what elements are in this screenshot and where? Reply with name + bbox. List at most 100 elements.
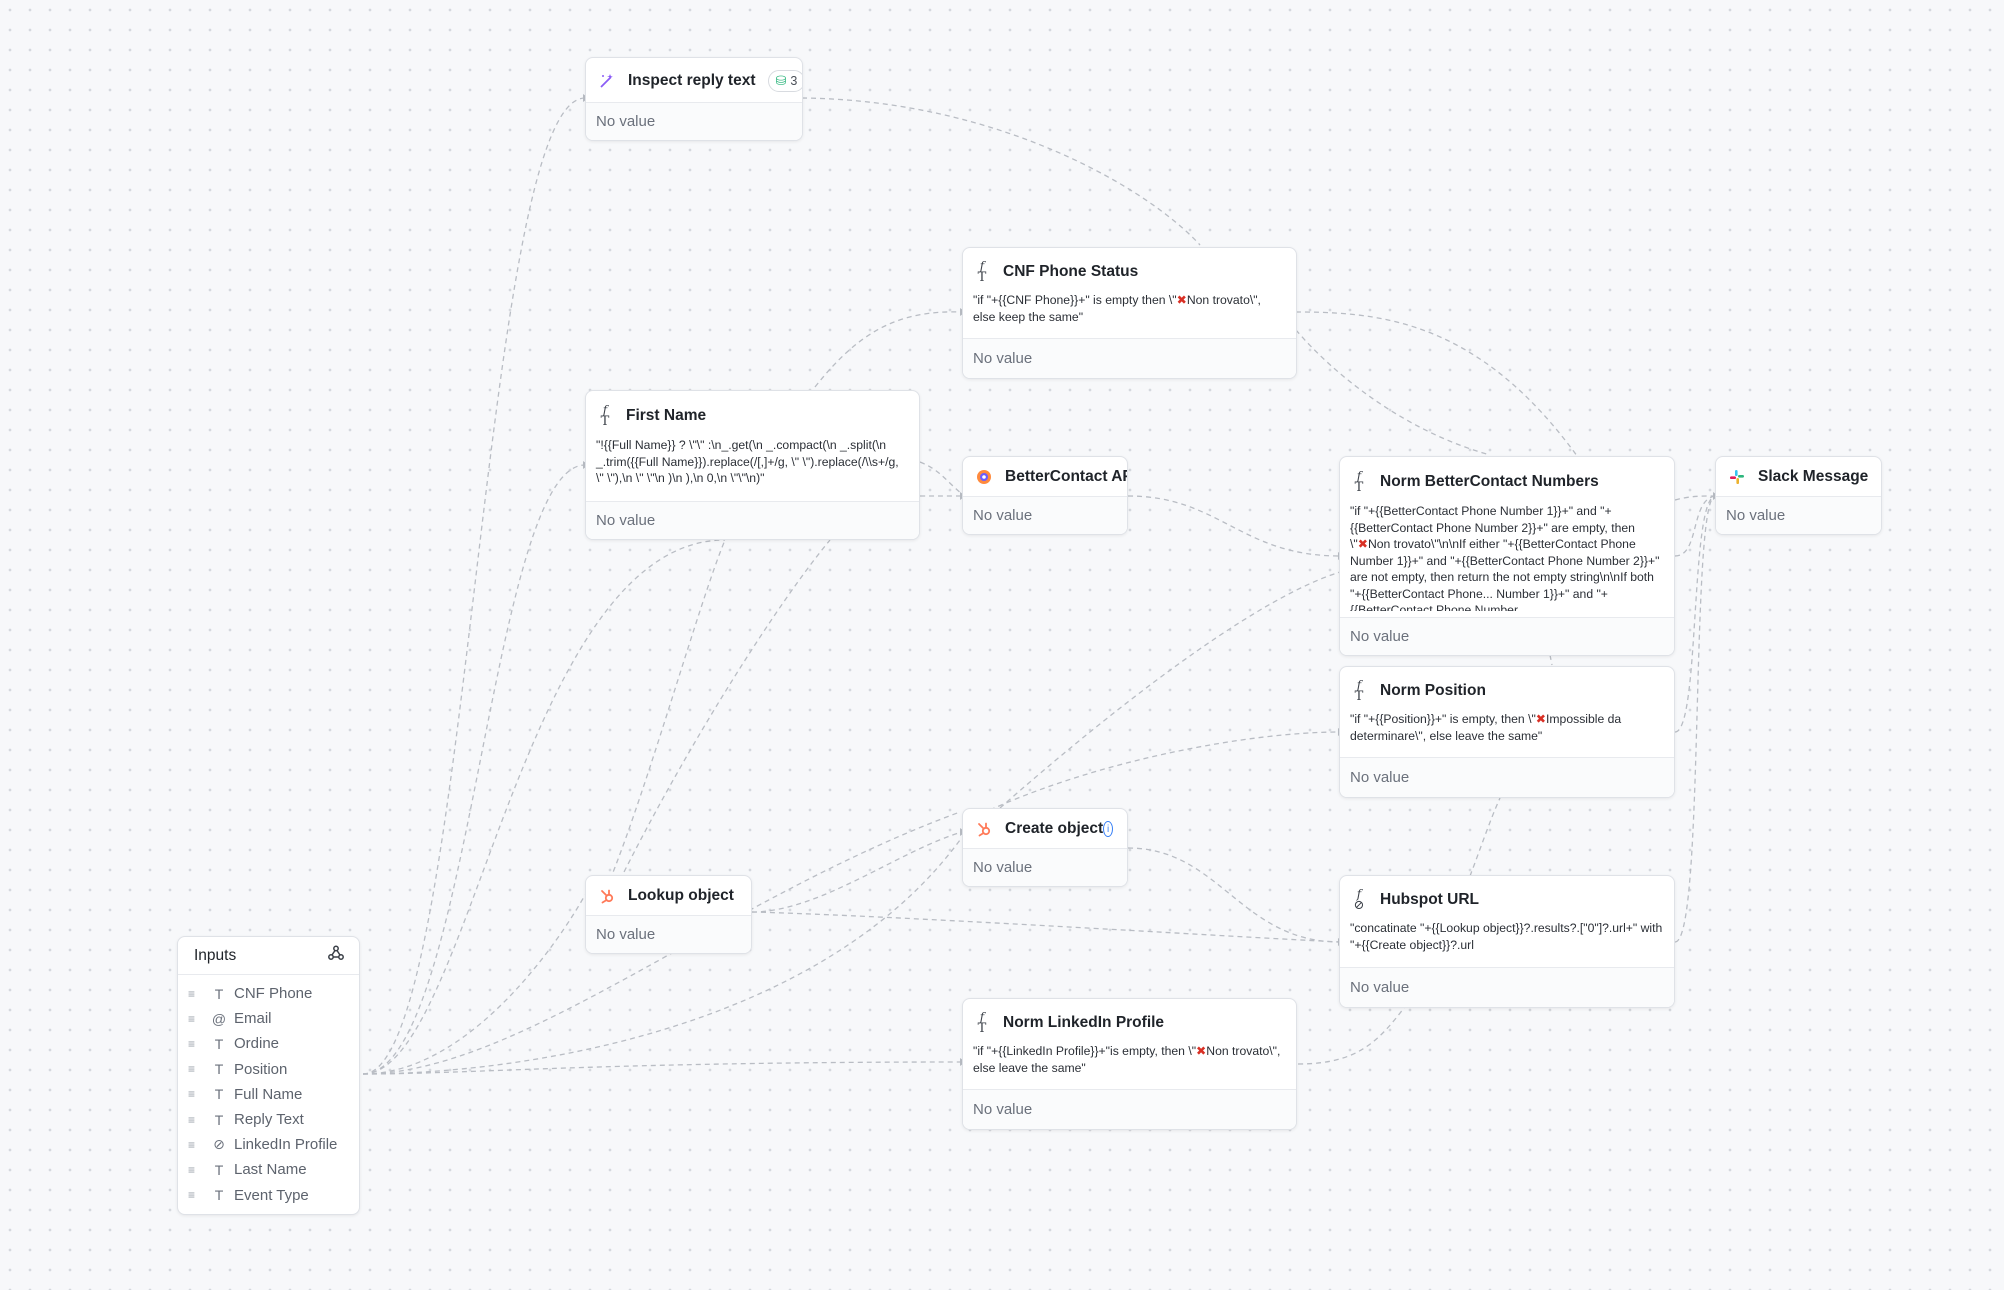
node-value: No value [586,915,751,953]
node-norm-bettercontact-numbers[interactable]: fT Norm BetterContact Numbers "if "+{{Be… [1339,456,1675,656]
cross-mark-icon: ✖ [1535,712,1546,726]
credits-count: 3 [790,74,798,88]
formula-link-icon: f ⊘ [1353,887,1365,913]
formula-icon: fT [977,1010,987,1036]
drag-handle-icon[interactable]: ≡ [188,1188,206,1202]
input-field-row[interactable]: ≡ T Event Type [178,1183,359,1208]
node-value: No value [1340,757,1674,797]
magic-wand-icon [596,70,618,92]
bettercontact-logo-icon [973,466,995,488]
input-field-row[interactable]: ≡ T Ordine [178,1031,359,1056]
description-text: "if "+{{LinkedIn Profile}}+"is empty, th… [973,1044,1197,1058]
slack-logo-icon [1726,466,1748,488]
node-create-object[interactable]: Create object i No value [962,808,1128,887]
node-hubspot-url[interactable]: f ⊘ Hubspot URL "concatinate "+{{Lookup o… [1339,875,1675,1008]
input-field-label: Email [234,1010,272,1028]
drag-handle-icon[interactable]: ≡ [188,1062,206,1076]
node-description: "if "+{{Position}}+" is empty, then \"✖I… [1340,711,1674,751]
input-field-label: Position [234,1060,288,1078]
formula-icon: fT [977,259,987,285]
input-field-label: Last Name [234,1161,307,1179]
input-field-label: Ordine [234,1035,280,1053]
input-field-row[interactable]: ≡ T Position [178,1057,359,1082]
node-description: "if "+{{BetterContact Phone Number 1}}+"… [1340,503,1674,611]
node-title: Slack Message [1758,468,1869,485]
input-field-label: Full Name [234,1085,303,1103]
drag-handle-icon[interactable]: ≡ [188,1163,206,1177]
node-description: "concatinate "+{{Lookup object}}?.result… [1350,921,1663,952]
node-title: Inspect reply text [628,72,756,89]
node-value: No value [963,1089,1296,1129]
node-value: No value [963,848,1127,886]
info-icon[interactable]: i [1103,821,1113,837]
node-value: No value [1340,617,1674,655]
input-field-label: Reply Text [234,1111,304,1129]
node-title: BetterContact API [1005,468,1128,485]
node-title: Norm LinkedIn Profile [1003,1014,1165,1031]
input-field-row[interactable]: ≡ T Last Name [178,1157,359,1182]
node-title: Norm Position [1380,682,1486,699]
link-type-icon: ⊘ [213,1136,225,1153]
node-description: "!{{Full Name}} ? \"\" :\n_.get(\n _.com… [596,438,899,485]
node-norm-linkedin-profile[interactable]: fT Norm LinkedIn Profile "if "+{{LinkedI… [962,998,1297,1130]
input-field-row[interactable]: ≡ T CNF Phone [178,981,359,1006]
node-title: Norm BetterContact Numbers [1380,473,1599,490]
text-type-icon: T [214,985,224,1002]
drag-handle-icon[interactable]: ≡ [188,1087,206,1101]
node-title: Lookup object [628,887,734,904]
description-text: "if "+{{Position}}+" is empty, then \" [1350,712,1536,726]
node-inspect-reply-text[interactable]: Inspect reply text ⛁ 3 No value [585,57,803,141]
input-field-row[interactable]: ≡ T Reply Text [178,1107,359,1132]
input-field-row[interactable]: ≡ ⊘ LinkedIn Profile [178,1132,359,1157]
node-title: Hubspot URL [1380,891,1480,908]
inputs-node[interactable]: Inputs ≡ T CNF Phone ≡ @ Email ≡ T Ordine ≡ T Posit… [177,936,360,1215]
node-slack-message[interactable]: Slack Message No value [1715,456,1882,535]
webhook-icon[interactable] [327,944,345,967]
input-field-label: LinkedIn Profile [234,1136,338,1154]
text-type-icon: T [214,1035,224,1052]
inputs-field-list: ≡ T CNF Phone ≡ @ Email ≡ T Ordine ≡ T Position ≡ T Fu… [178,975,359,1208]
text-type-icon: T [214,1161,224,1178]
node-lookup-object[interactable]: Lookup object No value [585,875,752,954]
text-type-icon: T [214,1111,224,1128]
input-field-label: Event Type [234,1186,309,1204]
drag-handle-icon[interactable]: ≡ [188,1113,206,1127]
drag-handle-icon[interactable]: ≡ [188,1037,206,1051]
formula-icon: fT [1354,469,1364,495]
node-title: CNF Phone Status [1003,263,1139,280]
node-cnf-phone-status[interactable]: fT CNF Phone Status "if "+{{CNF Phone}}+… [962,247,1297,379]
node-value: No value [963,496,1127,534]
node-value: No value [1340,967,1674,1007]
node-value: No value [1716,496,1881,534]
drag-handle-icon[interactable]: ≡ [188,987,206,1001]
node-value: No value [586,501,919,539]
node-description: "if "+{{CNF Phone}}+" is empty then \"✖N… [963,292,1296,332]
cross-mark-icon: ✖ [1196,1044,1207,1058]
node-norm-position[interactable]: fT Norm Position "if "+{{Position}}+" is… [1339,666,1675,798]
text-type-icon: T [214,1187,224,1204]
description-text: "if "+{{CNF Phone}}+" is empty then \" [973,293,1177,307]
formula-icon: fT [600,403,610,429]
input-field-row[interactable]: ≡ T Full Name [178,1082,359,1107]
node-title: Create object [1005,820,1104,837]
drag-handle-icon[interactable]: ≡ [188,1138,206,1152]
node-first-name[interactable]: fT First Name "!{{Full Name}} ? \"\" :\n… [585,390,920,540]
cross-mark-icon: ✖ [1357,537,1368,551]
text-type-icon: T [214,1086,224,1103]
email-type-icon: @ [211,1010,227,1027]
hubspot-logo-icon [973,818,995,840]
hubspot-logo-icon [596,885,618,907]
node-description: "if "+{{LinkedIn Profile}}+"is empty, th… [963,1043,1296,1083]
inputs-title: Inputs [194,946,237,964]
credits-badge: ⛁ 3 [767,70,802,92]
input-field-row[interactable]: ≡ @ Email [178,1006,359,1031]
formula-icon: fT [1354,678,1364,704]
node-title: First Name [626,407,707,424]
node-value: No value [963,338,1296,378]
coins-icon: ⛁ [775,73,787,88]
text-type-icon: T [214,1061,224,1078]
drag-handle-icon[interactable]: ≡ [188,1012,206,1026]
node-value: No value [586,102,802,140]
node-bettercontact-api[interactable]: BetterContact API No value [962,456,1128,535]
input-field-label: CNF Phone [234,985,313,1003]
